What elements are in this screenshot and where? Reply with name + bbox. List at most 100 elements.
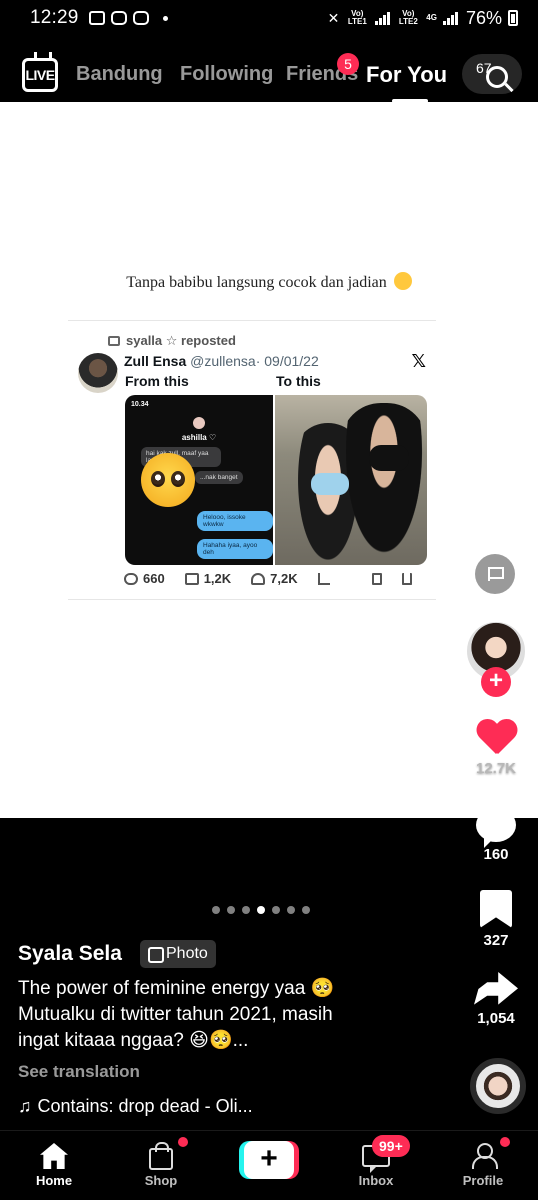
carousel-dot xyxy=(302,906,310,914)
tweet-retweets: 1,2K xyxy=(184,571,232,586)
tweet-handle: @zullensa xyxy=(190,353,256,369)
tab-home[interactable]: Home xyxy=(14,1141,94,1188)
bookmark-icon xyxy=(480,890,512,928)
tab-shop[interactable]: Shop xyxy=(121,1141,201,1188)
tweet-author-avatar xyxy=(78,353,118,393)
carousel-dot xyxy=(242,906,250,914)
comment-count: 160 xyxy=(483,846,509,863)
views-icon xyxy=(317,572,330,585)
tab-bandung[interactable]: Bandung xyxy=(76,63,163,86)
tweet-share xyxy=(401,572,412,585)
author-name[interactable]: Syala Sela xyxy=(18,942,122,966)
mute-icon: ✕ xyxy=(327,9,340,26)
post-photo[interactable]: Tanpa babibu langsung cocok dan jadian s… xyxy=(0,102,538,818)
heart-icon xyxy=(476,720,516,756)
live-label: LIVE xyxy=(25,67,55,83)
carousel-dot xyxy=(272,906,280,914)
profile-dot-badge xyxy=(500,1137,510,1147)
share-icon xyxy=(474,972,518,1005)
notification-icons xyxy=(88,11,168,25)
share-count: 1,054 xyxy=(477,1010,515,1027)
black-mask xyxy=(369,445,409,471)
network-type-label: 4G xyxy=(426,13,437,22)
network-label-2: Vo) LTE2 xyxy=(398,9,418,26)
chat-contact-name: ashilla ♡ xyxy=(181,433,217,442)
share-button[interactable]: 1,054 xyxy=(468,972,524,1027)
instagram-notification-icon-2 xyxy=(132,11,149,25)
more-notifications-icon xyxy=(162,15,168,21)
comment-button[interactable]: 160 xyxy=(468,808,524,863)
label-to-this: To this xyxy=(276,373,321,389)
couple-photo xyxy=(275,395,427,565)
follow-button[interactable]: + xyxy=(481,667,511,697)
reply-icon xyxy=(124,572,138,585)
flag-icon xyxy=(488,567,504,581)
music-disc[interactable] xyxy=(470,1058,526,1114)
repost-icon xyxy=(108,336,120,346)
comment-icon xyxy=(476,808,516,848)
boy-figure xyxy=(341,403,427,565)
tab-home-label: Home xyxy=(35,1173,73,1188)
search-icon[interactable] xyxy=(486,66,508,88)
bottom-tab-bar: Home Shop + Inbox Profile xyxy=(0,1130,538,1200)
label-from-this: From this xyxy=(125,373,189,389)
tab-profile[interactable]: Profile xyxy=(443,1141,523,1188)
tweet-likes: 7,2K xyxy=(251,571,298,586)
profile-icon xyxy=(472,1143,498,1169)
chat-outgoing-1: Helooo, issoke wkwkw xyxy=(197,511,273,531)
tab-for-you[interactable]: For You xyxy=(366,62,447,88)
shop-dot-badge xyxy=(178,1137,188,1147)
music-info[interactable]: ♫ Contains: drop dead - Oli... xyxy=(18,1096,253,1117)
photo-overlay-caption: Tanpa babibu langsung cocok dan jadian xyxy=(0,272,538,292)
bookmark-outline-icon xyxy=(371,572,382,585)
pleading-face-icon xyxy=(141,453,195,507)
network-label-1: Vo) LTE1 xyxy=(347,9,367,26)
chat-time: 10.34 xyxy=(131,401,149,408)
tab-shop-label: Shop xyxy=(144,1173,178,1188)
plus-icon: + xyxy=(244,1141,294,1179)
tweet-date: · 09/01/22 xyxy=(255,353,319,369)
chat-outgoing-2: Hahaha iyaa, ayoo deh xyxy=(197,539,273,559)
tweet-actions: 660 1,2K 7,2K xyxy=(124,571,434,586)
chat-screenshot: 10.34 ashilla ♡ hai kak zull, maaf yaa l… xyxy=(125,395,273,565)
inbox-badge: 99+ xyxy=(372,1135,410,1157)
friends-badge: 5 xyxy=(337,53,359,75)
like-count: 12.7K xyxy=(475,760,517,777)
top-nav: LIVE Bandung Following Friends 5 For You… xyxy=(0,36,538,103)
tweet-views xyxy=(317,572,330,585)
like-button[interactable]: 12.7K xyxy=(468,720,524,777)
tweet-card: syalla ☆ reposted Zull Ensa @zullensa· 0… xyxy=(68,320,436,600)
description-line: ingat kitaaa nggaa? 😆🥺... xyxy=(18,1030,249,1051)
status-time: 12:29 xyxy=(30,7,79,28)
description-line: Mutualku di twitter tahun 2021, masih xyxy=(18,1004,333,1025)
music-note-icon: ♫ xyxy=(18,1096,32,1116)
tab-inbox-label: Inbox xyxy=(358,1173,394,1188)
retweet-count: 1,2K xyxy=(203,571,232,586)
tab-profile-label: Profile xyxy=(462,1173,504,1188)
live-icon[interactable]: LIVE xyxy=(22,58,58,92)
photo-badge: Photo xyxy=(140,940,216,968)
shop-icon xyxy=(149,1142,173,1170)
battery-icon xyxy=(508,10,518,26)
repost-line: syalla ☆ reposted xyxy=(108,333,236,349)
blue-mask xyxy=(311,473,349,495)
battery-percent: 76% xyxy=(465,7,502,28)
see-translation-link[interactable]: See translation xyxy=(18,1062,140,1082)
save-button[interactable]: 327 xyxy=(468,890,524,949)
signal-2-icon xyxy=(442,11,458,25)
gallery-notification-icon xyxy=(88,11,105,25)
chat-incoming-2: ...nak banget xyxy=(195,471,243,484)
create-button[interactable]: + xyxy=(239,1141,299,1179)
music-title: Contains: drop dead - Oli... xyxy=(37,1096,253,1116)
carousel-dot xyxy=(227,906,235,914)
tweet-bookmark xyxy=(371,572,382,585)
retweet-icon xyxy=(184,572,199,585)
reply-count: 660 xyxy=(143,571,165,586)
overlay-caption-text: Tanpa babibu langsung cocok dan jadian xyxy=(126,274,387,291)
carousel-dot-active xyxy=(257,906,265,914)
post-description[interactable]: The power of feminine energy yaa 🥺 Mutua… xyxy=(18,976,448,1054)
like-count: 7,2K xyxy=(270,571,298,586)
tab-following[interactable]: Following xyxy=(180,63,273,86)
carousel-dot xyxy=(212,906,220,914)
report-flag-button[interactable] xyxy=(475,554,515,594)
